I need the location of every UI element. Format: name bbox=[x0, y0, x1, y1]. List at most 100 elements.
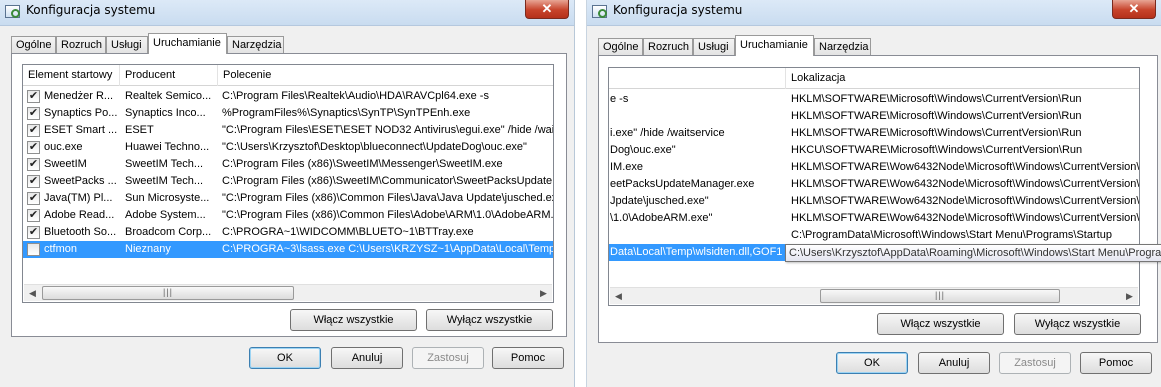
cell-location: HKLM\SOFTWARE\Wow6432Node\Microsoft\Wind… bbox=[791, 195, 1140, 207]
ok-button[interactable]: OK bbox=[249, 347, 321, 369]
horizontal-scrollbar[interactable]: ◀ ||| ▶ bbox=[24, 284, 552, 301]
column-command[interactable]: Polecenie bbox=[218, 65, 553, 86]
system-config-window-right: Konfiguracja systemu ✕ Ogólne Rozruch Us… bbox=[586, 0, 1161, 387]
table-row[interactable]: ✔ ouc.exe Huawei Techno... "C:\Users\Krzysz… bbox=[23, 139, 553, 156]
table-row[interactable]: ✔ Adobe Read... Adobe System... "C:\Program… bbox=[23, 207, 553, 224]
tab-startup[interactable]: Uruchamianie bbox=[148, 33, 227, 54]
table-row[interactable]: e -s HKLM\SOFTWARE\Microsoft\Windows\Curr… bbox=[609, 91, 1139, 108]
tab-strip: Ogólne Rozruch Usługi Uruchamianie Narzę… bbox=[598, 35, 1158, 56]
column-command[interactable] bbox=[609, 68, 786, 89]
cell-manufacturer: Realtek Semico... bbox=[125, 90, 212, 102]
tab-tools[interactable]: Narzędzia bbox=[814, 38, 871, 56]
startup-checkbox[interactable]: ✔ bbox=[27, 226, 40, 239]
cell-command: Data\Local\Temp\wlsidten.dll,GOF1 bbox=[610, 246, 783, 258]
table-row[interactable]: ✔ Bluetooth So... Broadcom Corp... C:\PROGR… bbox=[23, 224, 553, 241]
table-row[interactable]: Jpdate\jusched.exe" HKLM\SOFTWARE\Wow6432… bbox=[609, 193, 1139, 210]
cell-command: C:\Program Files\Realtek\Audio\HDA\RAVCp… bbox=[222, 90, 489, 102]
startup-checkbox[interactable]: ✔ bbox=[27, 175, 40, 188]
table-row[interactable]: \1.0\AdobeARM.exe" HKLM\SOFTWARE\Wow6432N… bbox=[609, 210, 1139, 227]
tab-general[interactable]: Ogólne bbox=[598, 38, 643, 56]
tab-services[interactable]: Usługi bbox=[693, 38, 735, 56]
msconfig-icon bbox=[592, 5, 607, 18]
cell-manufacturer: ESET bbox=[125, 124, 154, 136]
cell-command: eetPacksUpdateManager.exe bbox=[610, 178, 755, 190]
scroll-left-icon[interactable]: ◀ bbox=[24, 285, 41, 301]
cell-manufacturer: Nieznany bbox=[125, 243, 171, 255]
column-location[interactable]: Lokalizacja bbox=[786, 68, 1139, 89]
apply-button[interactable]: Zastosuj bbox=[999, 352, 1071, 374]
cell-manufacturer: Huawei Techno... bbox=[125, 141, 210, 153]
cancel-button[interactable]: Anuluj bbox=[918, 352, 990, 374]
cell-location: HKLM\SOFTWARE\Wow6432Node\Microsoft\Wind… bbox=[791, 212, 1140, 224]
cell-location: HKLM\SOFTWARE\Wow6432Node\Microsoft\Wind… bbox=[791, 161, 1140, 173]
title-bar: Konfiguracja systemu ✕ bbox=[0, 0, 574, 26]
enable-all-button[interactable]: Włącz wszystkie bbox=[877, 313, 1004, 335]
startup-checkbox[interactable]: ✔ bbox=[27, 209, 40, 222]
cell-startup-item: Menedżer R... bbox=[44, 90, 114, 102]
window-title: Konfiguracja systemu bbox=[26, 3, 156, 17]
cell-manufacturer: Synaptics Inco... bbox=[125, 107, 206, 119]
tab-services[interactable]: Usługi bbox=[106, 36, 148, 54]
cancel-button[interactable]: Anuluj bbox=[331, 347, 403, 369]
table-row[interactable]: ✔ Java(TM) Pl... Sun Microsyste... "C:\Prog… bbox=[23, 190, 553, 207]
close-button[interactable]: ✕ bbox=[525, 0, 569, 19]
column-startup-item[interactable]: Element startowy bbox=[23, 65, 120, 86]
cell-command: IM.exe bbox=[610, 161, 644, 173]
close-button[interactable]: ✕ bbox=[1112, 0, 1156, 19]
table-row[interactable]: HKLM\SOFTWARE\Microsoft\Windows\CurrentV… bbox=[609, 108, 1139, 125]
apply-button[interactable]: Zastosuj bbox=[412, 347, 484, 369]
table-row[interactable]: ✔ Menedżer R... Realtek Semico... C:\Progra… bbox=[23, 88, 553, 105]
tab-general[interactable]: Ogólne bbox=[11, 36, 56, 54]
cell-command: "C:\Program Files (x86)\Common Files\Ado… bbox=[222, 209, 554, 221]
tab-startup[interactable]: Uruchamianie bbox=[735, 35, 814, 56]
cell-startup-item: Adobe Read... bbox=[44, 209, 115, 221]
table-row[interactable]: ✔ ESET Smart ... ESET "C:\Program Files\ESE… bbox=[23, 122, 553, 139]
table-row[interactable]: ctfmon Nieznany C:\PROGRA~3\lsass.exe C:\U… bbox=[23, 241, 553, 258]
cell-location: HKLM\SOFTWARE\Microsoft\Windows\CurrentV… bbox=[791, 93, 1082, 105]
column-manufacturer[interactable]: Producent bbox=[120, 65, 218, 86]
startup-checkbox[interactable]: ✔ bbox=[27, 124, 40, 137]
cell-command: C:\PROGRA~3\lsass.exe C:\Users\KRZYSZ~1\… bbox=[222, 243, 554, 255]
startup-checkbox[interactable]: ✔ bbox=[27, 158, 40, 171]
cell-startup-item: ctfmon bbox=[44, 243, 78, 255]
cell-location: HKLM\SOFTWARE\Microsoft\Windows\CurrentV… bbox=[791, 127, 1082, 139]
cell-command: i.exe" /hide /waitservice bbox=[610, 127, 725, 139]
cell-command: \1.0\AdobeARM.exe" bbox=[610, 212, 713, 224]
location-tooltip: C:\Users\Krzysztof\AppData\Roaming\Micro… bbox=[785, 244, 1161, 262]
ok-button[interactable]: OK bbox=[836, 352, 908, 374]
table-row[interactable]: ✔ SweetPacks ... SweetIM Tech... C:\Program… bbox=[23, 173, 553, 190]
table-row[interactable]: IM.exe HKLM\SOFTWARE\Wow6432Node\Microsof… bbox=[609, 159, 1139, 176]
scroll-thumb[interactable]: ||| bbox=[42, 286, 294, 300]
horizontal-scrollbar[interactable]: ◀ ||| ▶ bbox=[610, 287, 1138, 304]
scroll-right-icon[interactable]: ▶ bbox=[1121, 288, 1138, 304]
startup-checkbox[interactable]: ✔ bbox=[27, 90, 40, 103]
startup-checkbox[interactable] bbox=[27, 243, 40, 256]
table-row[interactable]: i.exe" /hide /waitservice HKLM\SOFTWARE\M… bbox=[609, 125, 1139, 142]
cell-command bbox=[609, 227, 785, 244]
disable-all-button[interactable]: Wyłącz wszystkie bbox=[426, 309, 553, 331]
table-row[interactable]: ✔ Synaptics Po... Synaptics Inco... %Progra… bbox=[23, 105, 553, 122]
help-button[interactable]: Pomoc bbox=[1080, 352, 1152, 374]
msconfig-icon bbox=[5, 5, 20, 18]
table-row[interactable]: Dog\ouc.exe" HKCU\SOFTWARE\Microsoft\Wind… bbox=[609, 142, 1139, 159]
help-button[interactable]: Pomoc bbox=[492, 347, 564, 369]
cell-startup-item: ouc.exe bbox=[44, 141, 83, 153]
scroll-thumb[interactable]: ||| bbox=[820, 289, 1060, 303]
table-row[interactable]: eetPacksUpdateManager.exe HKLM\SOFTWARE\W… bbox=[609, 176, 1139, 193]
cell-command bbox=[609, 108, 785, 125]
startup-checkbox[interactable]: ✔ bbox=[27, 107, 40, 120]
cell-startup-item: SweetIM bbox=[44, 158, 87, 170]
enable-all-button[interactable]: Włącz wszystkie bbox=[290, 309, 417, 331]
tab-boot[interactable]: Rozruch bbox=[56, 36, 106, 54]
cell-command: C:\Program Files (x86)\SweetIM\Messenger… bbox=[222, 158, 503, 170]
tab-tools[interactable]: Narzędzia bbox=[227, 36, 284, 54]
disable-all-button[interactable]: Wyłącz wszystkie bbox=[1014, 313, 1141, 335]
scroll-left-icon[interactable]: ◀ bbox=[610, 288, 627, 304]
startup-checkbox[interactable]: ✔ bbox=[27, 141, 40, 154]
startup-list: Lokalizacja e -s HKLM\SOFTWARE\Microsoft\… bbox=[608, 67, 1140, 306]
startup-checkbox[interactable]: ✔ bbox=[27, 192, 40, 205]
table-row[interactable]: ✔ SweetIM SweetIM Tech... C:\Program Files … bbox=[23, 156, 553, 173]
tab-boot[interactable]: Rozruch bbox=[643, 38, 693, 56]
scroll-right-icon[interactable]: ▶ bbox=[535, 285, 552, 301]
table-row[interactable]: C:\ProgramData\Microsoft\Windows\Start M… bbox=[609, 227, 1139, 244]
